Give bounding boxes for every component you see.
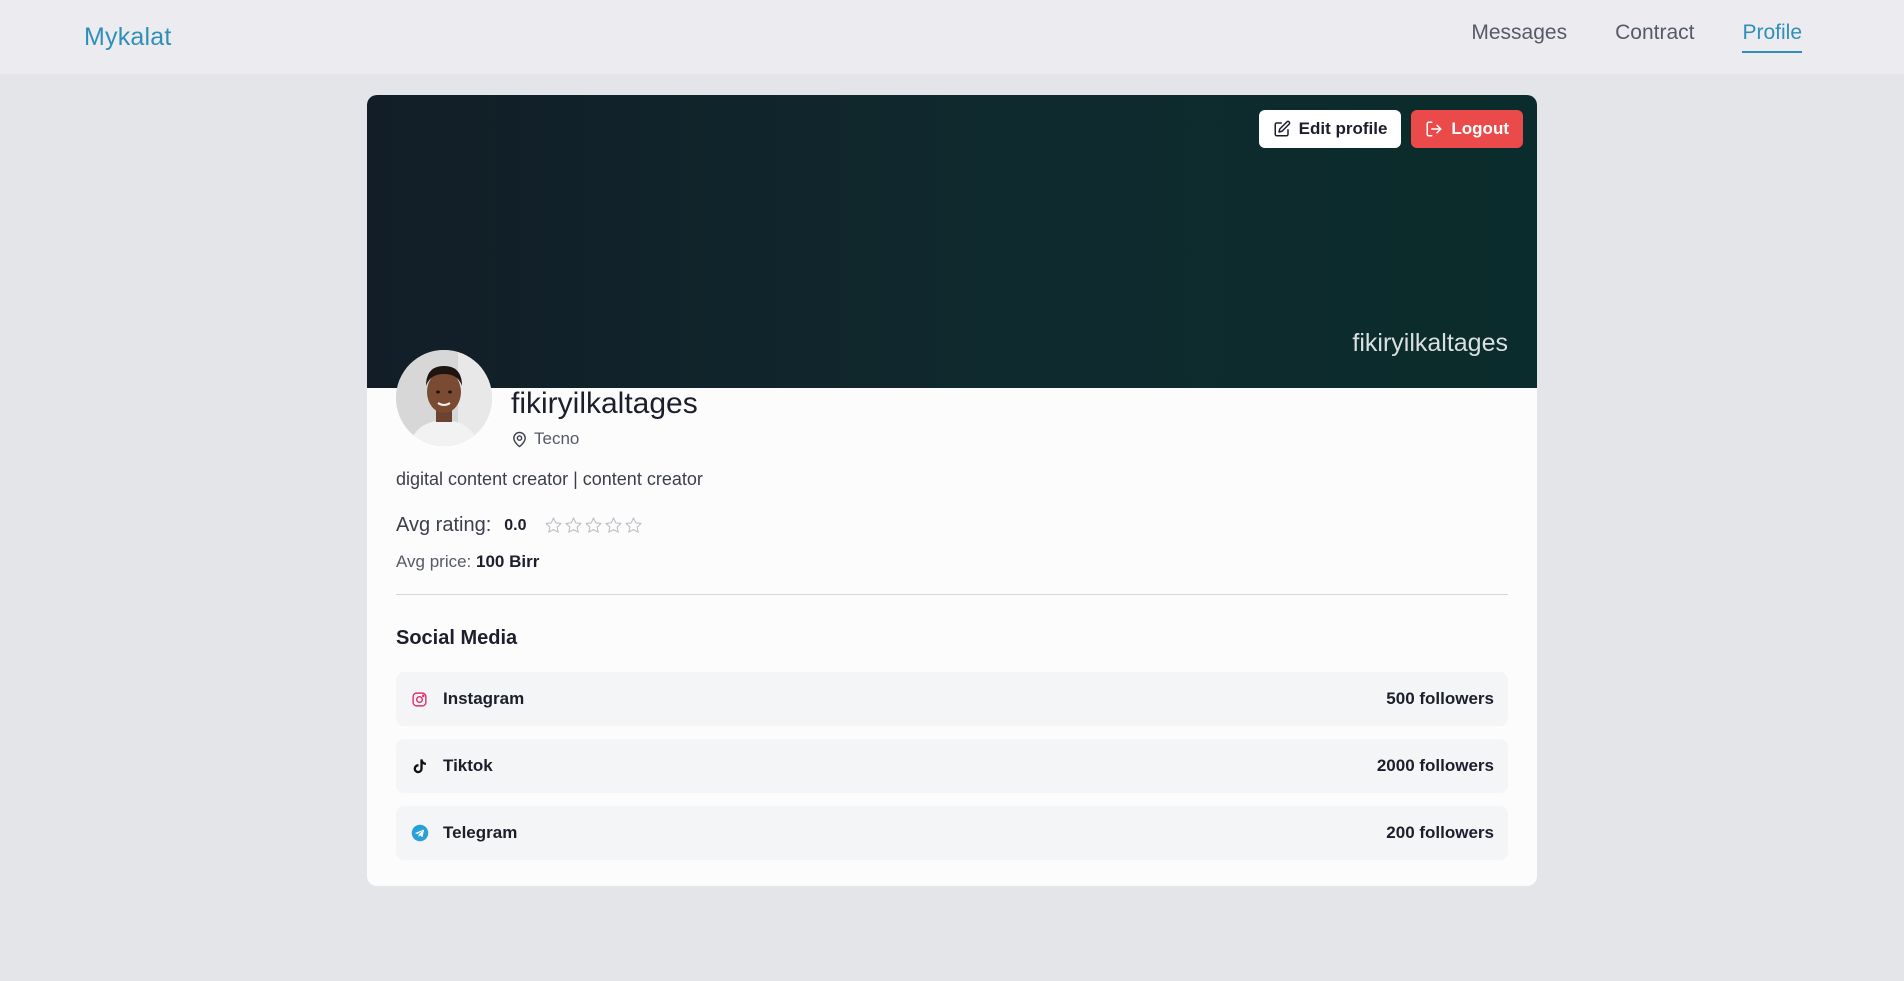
location-text: Tecno <box>534 429 580 448</box>
avatar <box>396 350 492 446</box>
avatar-photo <box>396 350 492 446</box>
social-name: Instagram <box>443 689 525 708</box>
logout-button[interactable]: Logout <box>1411 110 1523 148</box>
rating-label: Avg rating: <box>396 514 492 536</box>
social-item-instagram[interactable]: Instagram 500 followers <box>396 672 1508 726</box>
edit-icon <box>1274 120 1290 137</box>
navbar: Mykalat Messages Contract Profile <box>0 0 1904 74</box>
social-followers: 500 followers <box>1386 689 1494 708</box>
social-item-left: Telegram <box>410 823 517 843</box>
social-media-list: Instagram 500 followers Tiktok 2000 foll… <box>396 672 1508 860</box>
nav-link-profile[interactable]: Profile <box>1742 21 1802 53</box>
rating-row: Avg rating: 0.0 <box>396 514 1508 537</box>
price-label: Avg price: <box>396 552 472 571</box>
profile-details: digital content creator | content creato… <box>396 469 1508 860</box>
social-followers: 2000 followers <box>1376 756 1494 775</box>
nav-link-messages[interactable]: Messages <box>1471 21 1567 53</box>
banner-username: fikiryilkaltages <box>1352 329 1508 357</box>
banner-actions: Edit profile Logout <box>1258 110 1523 148</box>
telegram-icon <box>410 824 429 843</box>
profile-location: Tecno <box>511 429 698 449</box>
edit-profile-button[interactable]: Edit profile <box>1258 110 1402 148</box>
social-item-left: Instagram <box>410 689 524 709</box>
social-item-telegram[interactable]: Telegram 200 followers <box>396 806 1508 860</box>
star-icon <box>604 517 622 533</box>
location-pin-icon <box>513 431 526 447</box>
nav-link-contract[interactable]: Contract <box>1615 21 1694 53</box>
profile-card: Edit profile Logout fikiryilkaltages fik… <box>367 95 1537 886</box>
profile-banner: Edit profile Logout fikiryilkaltages <box>367 95 1537 388</box>
price-value: 100 Birr <box>476 552 540 571</box>
tiktok-icon <box>410 757 429 776</box>
divider <box>396 594 1508 595</box>
edit-profile-label: Edit profile <box>1298 119 1388 138</box>
brand-logo[interactable]: Mykalat <box>84 23 172 52</box>
nav-links: Messages Contract Profile <box>1471 21 1802 53</box>
rating-stars <box>544 516 643 535</box>
profile-name: fikiryilkaltages <box>511 387 698 420</box>
profile-identity: fikiryilkaltages Tecno <box>511 387 698 449</box>
price-row: Avg price: 100 Birr <box>396 552 1508 572</box>
social-media-title: Social Media <box>396 627 518 649</box>
social-name: Telegram <box>443 823 518 842</box>
star-icon <box>584 517 602 533</box>
social-name: Tiktok <box>443 756 493 775</box>
social-item-tiktok[interactable]: Tiktok 2000 followers <box>396 739 1508 793</box>
instagram-icon <box>410 690 429 709</box>
social-item-left: Tiktok <box>410 756 493 776</box>
logout-label: Logout <box>1451 119 1509 138</box>
star-icon <box>544 517 562 533</box>
profile-bio: digital content creator | content creato… <box>396 469 703 489</box>
logout-icon <box>1426 121 1442 137</box>
star-icon <box>624 517 642 533</box>
rating-value: 0.0 <box>504 516 527 534</box>
social-followers: 200 followers <box>1386 823 1494 842</box>
star-icon <box>564 517 582 533</box>
